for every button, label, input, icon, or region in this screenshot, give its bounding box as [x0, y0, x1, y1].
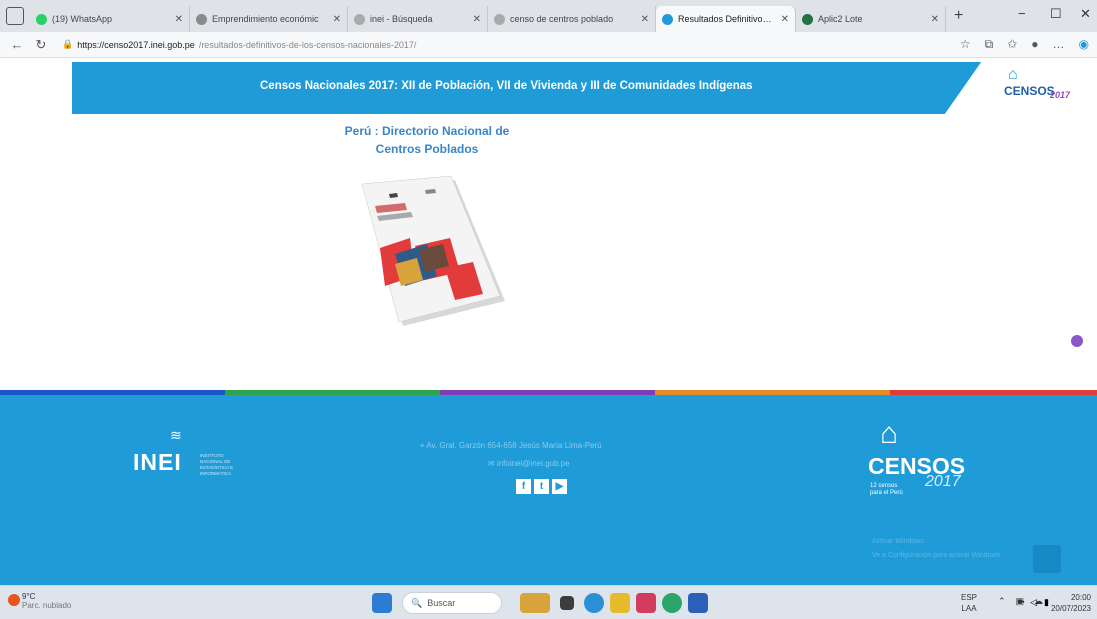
weather-icon [8, 594, 20, 606]
back-icon[interactable]: ← [10, 37, 24, 52]
copilot-icon[interactable]: ◉ [1079, 37, 1089, 52]
extensions-icon[interactable]: ⧉ [985, 37, 994, 52]
close-window-button[interactable]: ✕ [1080, 6, 1091, 22]
tab-label: Resultados Definitivos de l [678, 14, 775, 24]
profile-icon[interactable]: ● [1031, 37, 1038, 52]
battery-icon[interactable]: ▮ [1044, 597, 1049, 608]
new-tab-button[interactable]: + [954, 7, 972, 25]
refresh-icon[interactable]: ↻ [34, 37, 48, 53]
tab-label: censo de centros poblado [510, 14, 614, 24]
tab-censo-centros[interactable]: censo de centros poblado ✕ [488, 6, 656, 32]
address-bar: ← ↻ 🔒 https://censo2017.inei.gob.pe/resu… [0, 32, 1097, 58]
toolbar-icons: ☆ ⧉ ✩ ● … ◉ [960, 37, 1089, 52]
system-clock[interactable]: 20:00 20/07/2023 [1051, 592, 1091, 614]
email-icon: ✉ [488, 459, 497, 468]
twitter-icon[interactable]: t [534, 479, 549, 494]
url-field[interactable]: 🔒 https://censo2017.inei.gob.pe/resultad… [62, 39, 882, 50]
censos-logo[interactable]: ⌂ CENSOS 2017 [942, 58, 1092, 118]
tab-actions-icon[interactable] [6, 7, 24, 25]
edge-icon[interactable] [584, 593, 604, 613]
lock-icon: 🔒 [62, 39, 74, 49]
tab-label: Aplic2 Lote [818, 14, 863, 24]
tab-emprendimiento[interactable]: Emprendimiento económic ✕ [190, 6, 348, 32]
outlook-icon[interactable] [688, 593, 708, 613]
publication-title-line2: Centros Poblados [375, 142, 479, 156]
file-explorer-icon[interactable] [610, 593, 630, 613]
footer-address: ⌖ Av. Gral. Garzón 654-658 Jesús María L… [420, 441, 602, 450]
url-path: /resultados-definitivos-de-los-censos-na… [198, 39, 417, 50]
youtube-icon[interactable]: ▶ [552, 479, 567, 494]
windows-taskbar: 9°C Parc. nublado 🔍 Buscar ⌃ ▣ ☁ ESP LAA ◔… [0, 585, 1097, 619]
close-tab-icon[interactable]: ✕ [925, 14, 939, 25]
search-icon: 🔍 [411, 597, 423, 608]
search-placeholder: Buscar [427, 598, 456, 608]
page-icon [196, 13, 207, 25]
tab-whatsapp[interactable]: (19) WhatsApp ✕ [30, 6, 190, 32]
minimize-button[interactable]: − [1018, 6, 1026, 21]
close-tab-icon[interactable]: ✕ [169, 14, 183, 25]
tab-label: (19) WhatsApp [52, 14, 113, 24]
logo-text: CENSOS [1004, 84, 1055, 98]
search-engine-icon [494, 13, 505, 25]
whatsapp-icon [36, 13, 47, 25]
favorite-star-icon[interactable]: ☆ [960, 37, 971, 52]
tab-resultados[interactable]: Resultados Definitivos de l ✕ [656, 6, 796, 32]
inei-logo-subtitle: INSTITUTO NACIONAL DE ESTADÍSTICA E INFO… [200, 453, 234, 476]
publication-title-line1: Perú : Directorio Nacional de [344, 124, 510, 138]
publication-cover-image[interactable] [355, 176, 505, 326]
footer: ≋ INEI INSTITUTO NACIONAL DE ESTADÍSTICA… [0, 395, 1097, 585]
wifi-icon[interactable]: ◔ [1020, 597, 1025, 607]
task-view-icon[interactable] [560, 596, 574, 610]
tab-inei-busqueda[interactable]: inei - Búsqueda ✕ [348, 6, 488, 32]
close-tab-icon[interactable]: ✕ [327, 14, 341, 25]
close-tab-icon[interactable]: ✕ [467, 14, 481, 25]
chevron-up-icon[interactable]: ⌃ [998, 596, 1006, 607]
floating-action-dot[interactable] [1071, 335, 1083, 347]
facebook-icon[interactable]: f [516, 479, 531, 494]
inei-emblem-icon: ≋ [170, 427, 182, 443]
taskbar-search[interactable]: 🔍 Buscar [402, 592, 502, 614]
close-tab-icon[interactable]: ✕ [635, 14, 649, 25]
tab-label: Emprendimiento económic [212, 14, 319, 24]
volume-icon[interactable]: ◁ [1030, 597, 1037, 608]
url-host: https://censo2017.inei.gob.pe [77, 39, 195, 50]
publication-title[interactable]: Perú : Directorio Nacional de Centros Po… [327, 122, 527, 158]
windows-start-icon[interactable] [372, 593, 392, 613]
chrome-icon[interactable] [662, 593, 682, 613]
windows-activation-notice: Activar Windows Ve a Configuración para a… [872, 538, 1002, 559]
widgets-icon[interactable] [520, 593, 550, 613]
house-icon: ⌂ [1008, 66, 1018, 83]
chart-icon [662, 13, 673, 25]
social-links: f t ▶ [516, 479, 567, 494]
footer-email[interactable]: ✉ infoinei@inei.gob.pe [488, 459, 570, 468]
tab-label: inei - Búsqueda [370, 14, 433, 24]
footer-censos-year: 2017 [925, 473, 961, 490]
header-banner: Censos Nacionales 2017: XII de Población… [72, 58, 1092, 118]
house-icon: ⌂ [880, 417, 899, 450]
favorites-icon[interactable]: ✩ [1007, 37, 1017, 52]
logo-year: 2017 [1050, 90, 1071, 100]
store-icon[interactable] [636, 593, 656, 613]
maximize-button[interactable]: ☐ [1050, 6, 1062, 22]
close-tab-icon[interactable]: ✕ [775, 14, 789, 25]
scroll-to-top-button[interactable] [1033, 545, 1061, 573]
excel-icon [802, 13, 813, 25]
footer-censos-subtitle: 12 censos para el Perú [870, 483, 903, 496]
more-icon[interactable]: … [1053, 37, 1065, 52]
language-indicator[interactable]: ESP LAA [961, 592, 977, 614]
tab-aplic2-lote[interactable]: Aplic2 Lote ✕ [796, 6, 946, 32]
banner-title: Censos Nacionales 2017: XII de Población… [260, 80, 753, 92]
web-page: Censos Nacionales 2017: XII de Población… [0, 58, 1097, 585]
weather-widget[interactable]: 9°C Parc. nublado [22, 592, 71, 610]
browser-tab-bar: (19) WhatsApp ✕ Emprendimiento económic … [0, 0, 1097, 32]
inei-logo[interactable]: INEI [133, 449, 182, 476]
search-engine-icon [354, 13, 365, 25]
